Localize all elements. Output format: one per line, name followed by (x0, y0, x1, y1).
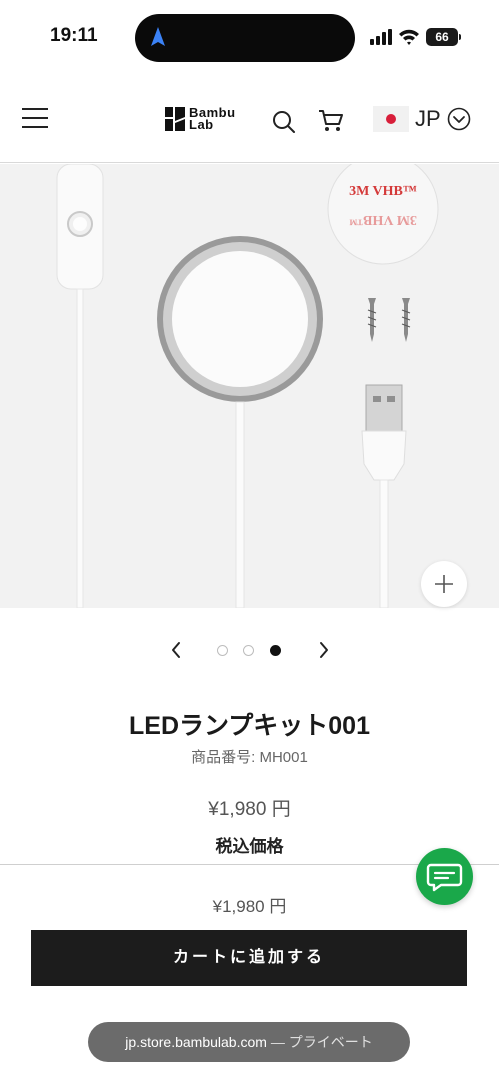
svg-text:3M VHB™: 3M VHB™ (349, 212, 417, 227)
chevron-left-icon[interactable] (168, 640, 184, 660)
product-title: LEDランプキット001 (129, 712, 370, 740)
zoom-button[interactable] (421, 561, 467, 607)
chat-button[interactable] (416, 848, 473, 905)
wifi-icon (399, 29, 419, 45)
chat-icon (426, 863, 463, 892)
dynamic-island (135, 14, 355, 62)
chevron-right-icon[interactable] (316, 640, 332, 660)
signal-icon (370, 29, 392, 45)
tape-label: 3M VHB™ (349, 184, 417, 199)
site-header: Bambu Lab JP (0, 80, 499, 163)
bambu-lab-logo[interactable]: Bambu Lab (165, 106, 236, 132)
locale-label: JP (415, 106, 441, 131)
product-sku: 商品番号: MH001 (191, 749, 308, 766)
carousel-dot-3[interactable] (270, 645, 281, 656)
locale-selector[interactable]: JP (373, 106, 471, 132)
status-icons: 66 (370, 27, 461, 47)
url-domain: jp.store.bambulab.com (125, 1034, 267, 1050)
status-time: 19:11 (50, 25, 98, 46)
add-to-cart-button[interactable]: カートに追加する (31, 930, 467, 986)
zoom-plus-icon (435, 575, 453, 593)
browser-url-bar[interactable]: jp.store.bambulab.com — プライベート (88, 1022, 410, 1062)
logo-text-line2: Lab (189, 117, 214, 132)
led-lamp-kit-photo: 3M VHB™ 3M VHB™ (56, 164, 439, 608)
cart-icon[interactable] (318, 108, 344, 134)
status-bar: 19:11 66 (0, 0, 499, 76)
image-carousel-nav (0, 636, 499, 664)
menu-button[interactable] (22, 108, 50, 132)
navigation-arrow-icon (151, 27, 165, 46)
carousel-dot-2[interactable] (243, 645, 254, 656)
chevron-down-icon (447, 107, 470, 131)
japan-flag-icon (373, 106, 409, 132)
search-icon[interactable] (272, 110, 296, 134)
carousel-dot-1[interactable] (217, 645, 228, 656)
battery-icon: 66 (426, 28, 461, 46)
menu-icon (22, 108, 48, 110)
bambu-logo-icon (165, 107, 185, 131)
product-price: ¥1,980 円 (208, 799, 291, 820)
private-browsing-label: — プライベート (270, 1034, 373, 1050)
product-image[interactable]: 3M VHB™ 3M VHB™ (0, 164, 499, 608)
